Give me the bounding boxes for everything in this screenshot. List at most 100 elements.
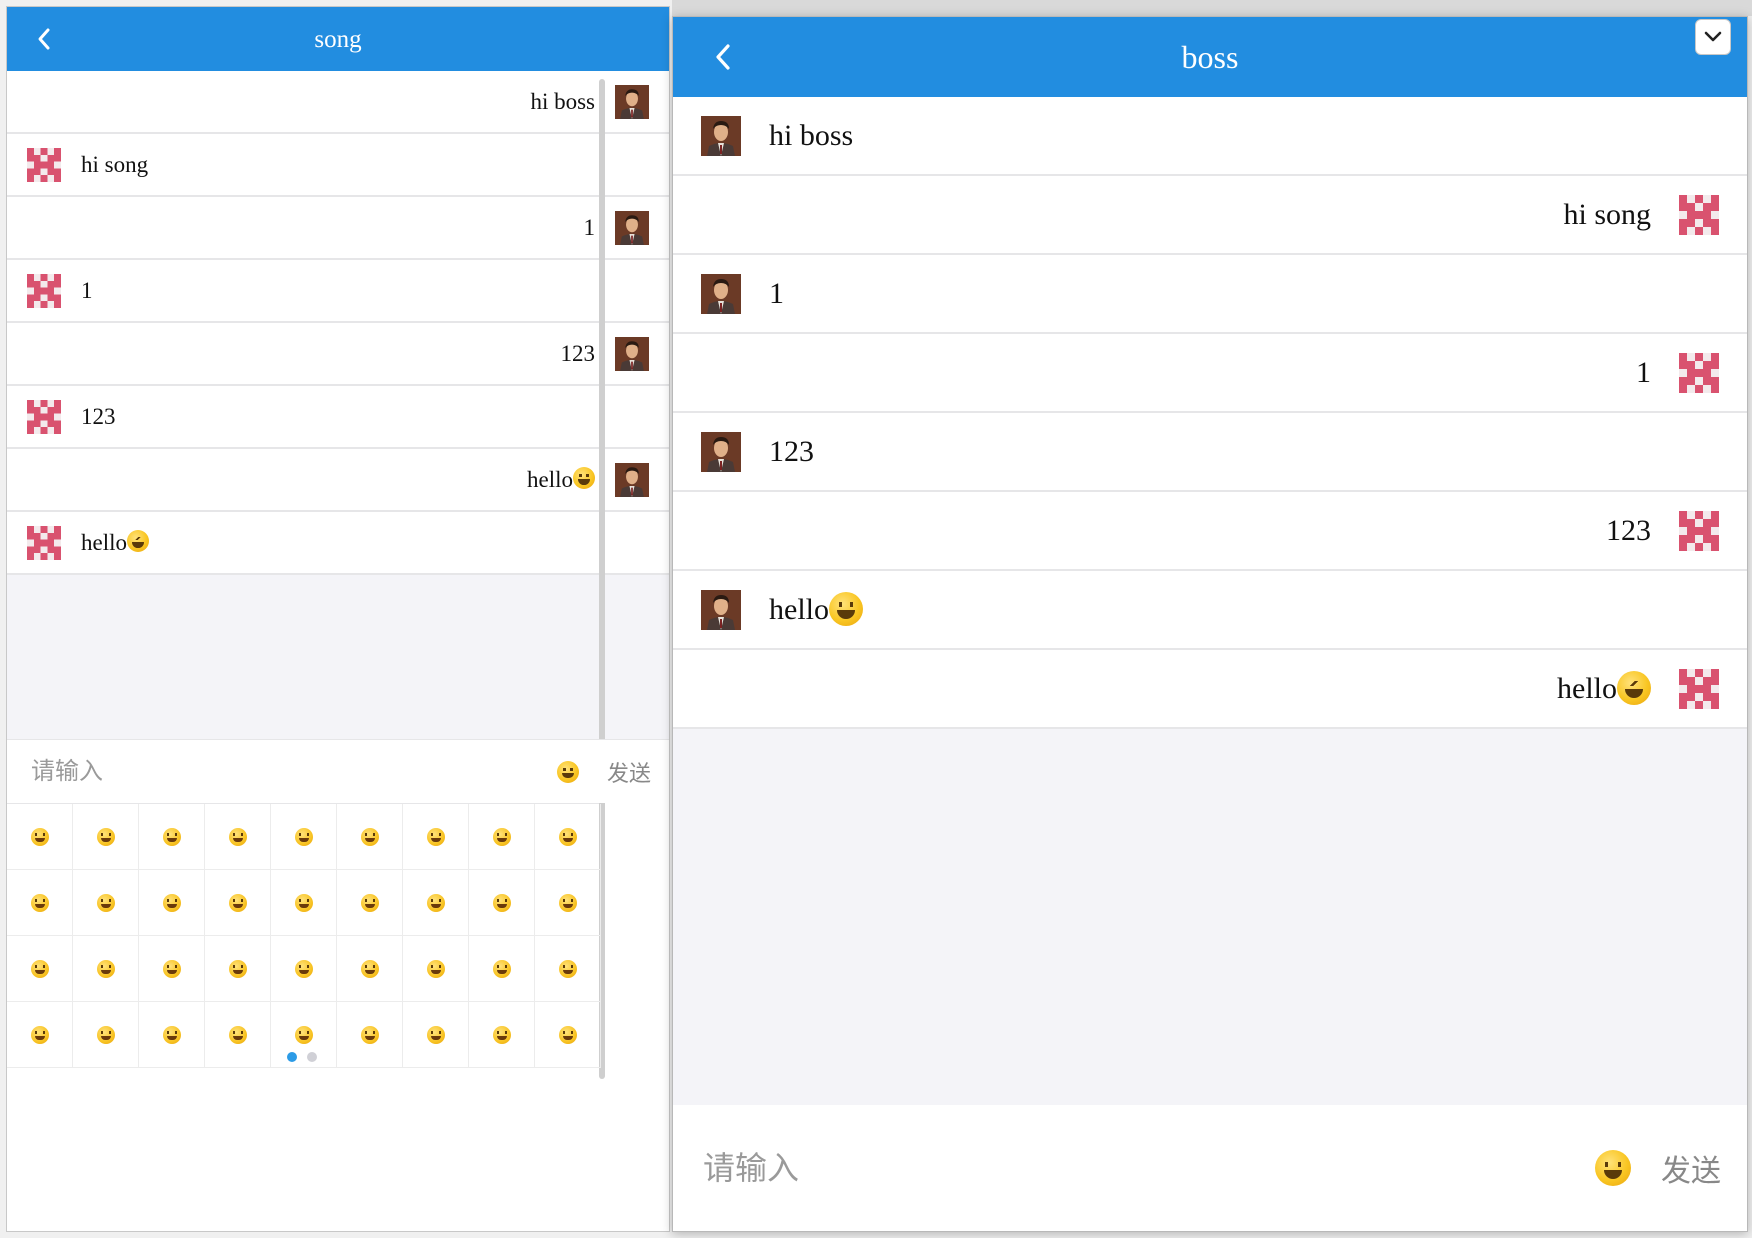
man-portrait-avatar[interactable] [615, 210, 649, 245]
disappointed-relieved-emoji-icon [558, 959, 577, 978]
message-row: hello [673, 571, 1747, 650]
pink-pattern-avatar[interactable] [1679, 510, 1719, 551]
man-portrait-avatar[interactable] [701, 273, 741, 314]
message-text: hello [769, 592, 829, 626]
emoji-cell[interactable] [7, 804, 73, 870]
message-bubble: hi song [1563, 198, 1651, 232]
message-row: hi boss [673, 97, 1747, 176]
emoji-cell[interactable] [337, 870, 403, 936]
message-bubble: hello [81, 530, 149, 556]
emoji-cell[interactable] [469, 936, 535, 1002]
grinning-face-emoji-icon [573, 467, 595, 490]
page-indicator-dot[interactable] [287, 1052, 297, 1062]
emoji-cell[interactable] [205, 1002, 271, 1068]
emoji-cell[interactable] [403, 870, 469, 936]
emoji-cell[interactable] [139, 1002, 205, 1068]
send-button[interactable]: 发送 [1661, 1146, 1721, 1190]
man-portrait-avatar[interactable] [615, 84, 649, 119]
window-top-strip [672, 0, 1752, 16]
grinning-face-emoji-icon [556, 760, 579, 783]
emoji-cell[interactable] [469, 1002, 535, 1068]
sleepy-emoji-icon [228, 1025, 247, 1044]
message-list: hi boss hi song 1 1 123 123 hello hello [7, 71, 669, 739]
emoji-cell[interactable] [535, 870, 601, 936]
message-row: hi song [7, 134, 669, 197]
message-bubble: hi boss [769, 119, 853, 153]
emoji-cell[interactable] [271, 936, 337, 1002]
kissing-smiling-eyes-emoji-icon [426, 893, 445, 912]
message-row: hello [673, 650, 1747, 729]
emoji-cell[interactable] [469, 870, 535, 936]
pink-pattern-avatar[interactable] [27, 273, 61, 308]
emoji-cell[interactable] [205, 936, 271, 1002]
chat-header: song [7, 7, 669, 71]
pink-pattern-avatar[interactable] [27, 525, 61, 560]
message-row: 123 [673, 492, 1747, 571]
man-portrait-avatar[interactable] [615, 462, 649, 497]
emoji-cell[interactable] [73, 804, 139, 870]
message-list: hi boss hi song 1 1 123 123 hello hello [673, 97, 1747, 1105]
boss-chat-window: boss hi boss hi song 1 1 123 123 hello hello 发送 [672, 16, 1748, 1232]
message-text: hi song [1563, 197, 1651, 231]
message-text: hello [1557, 671, 1617, 705]
emoji-cell[interactable] [7, 1002, 73, 1068]
yum-emoji-icon [96, 893, 115, 912]
pink-pattern-avatar[interactable] [1679, 352, 1719, 393]
emoji-cell[interactable] [337, 804, 403, 870]
message-input[interactable] [701, 1148, 1595, 1188]
emoji-cell[interactable] [73, 870, 139, 936]
emoji-cell[interactable] [139, 870, 205, 936]
rofl-emoji-icon [228, 827, 247, 846]
pink-pattern-avatar[interactable] [27, 399, 61, 434]
pink-pattern-avatar[interactable] [1679, 668, 1719, 709]
message-row: 1 [7, 260, 669, 323]
emoji-cell[interactable] [139, 804, 205, 870]
emoji-cell[interactable] [271, 804, 337, 870]
eye-roll-emoji-icon [360, 959, 379, 978]
emoji-cell[interactable] [403, 936, 469, 1002]
dropdown-button[interactable] [1695, 19, 1731, 55]
message-row: 1 [673, 255, 1747, 334]
message-input[interactable] [29, 756, 557, 787]
emoji-cell[interactable] [535, 1002, 601, 1068]
kissing-emoji-icon [360, 893, 379, 912]
emoji-cell[interactable] [73, 1002, 139, 1068]
emoji-toggle-button[interactable] [556, 760, 579, 783]
pink-pattern-avatar[interactable] [27, 147, 61, 182]
emoji-cell[interactable] [535, 804, 601, 870]
man-portrait-avatar[interactable] [701, 431, 741, 472]
sleeping-emoji-icon [360, 1025, 379, 1044]
page-indicator-dot[interactable] [307, 1052, 317, 1062]
expressionless-emoji-icon [228, 959, 247, 978]
hugging-emoji-icon [30, 959, 49, 978]
emoji-cell[interactable] [73, 936, 139, 1002]
man-portrait-avatar[interactable] [615, 336, 649, 371]
emoji-cell[interactable] [139, 936, 205, 1002]
message-text: 123 [769, 434, 814, 468]
emoji-cell[interactable] [7, 936, 73, 1002]
pink-pattern-avatar[interactable] [1679, 194, 1719, 235]
message-bubble: hello [1557, 670, 1651, 706]
tongue-out-emoji-icon [492, 1025, 511, 1044]
emoji-cell[interactable] [535, 936, 601, 1002]
emoji-cell[interactable] [403, 804, 469, 870]
man-portrait-avatar[interactable] [701, 589, 741, 630]
emoji-cell[interactable] [403, 1002, 469, 1068]
emoji-cell[interactable] [271, 1002, 337, 1068]
emoji-cell[interactable] [337, 936, 403, 1002]
send-button[interactable]: 发送 [607, 756, 651, 788]
smiley-emoji-icon [294, 827, 313, 846]
man-portrait-avatar[interactable] [701, 115, 741, 156]
chat-title: song [314, 26, 362, 53]
message-row: 123 [7, 386, 669, 449]
message-bubble: hello [769, 591, 863, 627]
emoji-cell[interactable] [7, 870, 73, 936]
emoji-cell[interactable] [205, 804, 271, 870]
emoji-cell[interactable] [337, 1002, 403, 1068]
slightly-smiling-emoji-icon [558, 893, 577, 912]
emoji-toggle-button[interactable] [1595, 1150, 1631, 1186]
sunglasses-emoji-icon [162, 893, 181, 912]
emoji-cell[interactable] [469, 804, 535, 870]
emoji-cell[interactable] [271, 870, 337, 936]
emoji-cell[interactable] [205, 870, 271, 936]
